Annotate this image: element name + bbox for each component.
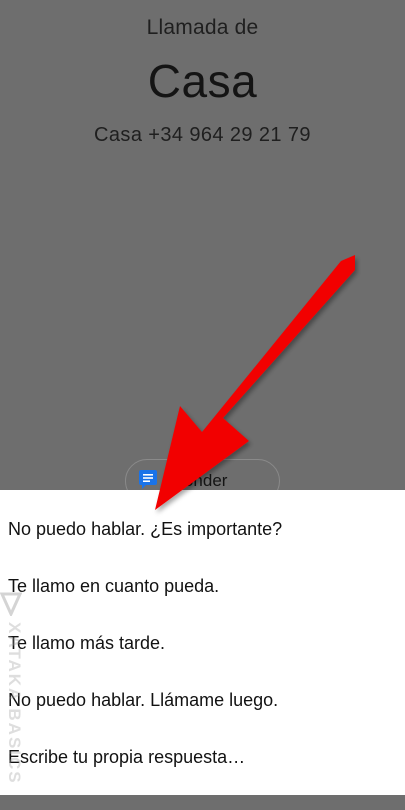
quick-reply-option-1[interactable]: No puedo hablar. ¿Es importante? xyxy=(0,500,405,558)
watermark-logo-icon xyxy=(0,592,22,616)
message-icon xyxy=(139,470,157,489)
caller-number: Casa +34 964 29 21 79 xyxy=(94,124,311,146)
watermark-text: XATAKA BASICS xyxy=(5,622,24,785)
incoming-call-background: Llamada de Casa Casa +34 964 29 21 79 xyxy=(0,0,405,490)
call-from-label: Llamada de xyxy=(146,16,259,39)
quick-reply-option-2[interactable]: Te llamo en cuanto pueda. xyxy=(0,557,405,615)
reply-button-label: sponder xyxy=(166,471,228,490)
bottom-dim-strip xyxy=(0,795,405,810)
quick-reply-option-4[interactable]: No puedo hablar. Llámame luego. xyxy=(0,671,405,729)
quick-reply-sheet: No puedo hablar. ¿Es importante? Te llam… xyxy=(0,490,405,795)
quick-reply-option-3[interactable]: Te llamo más tarde. xyxy=(0,614,405,672)
phone-screen: Llamada de Casa Casa +34 964 29 21 79 sp… xyxy=(0,0,405,810)
caller-name: Casa xyxy=(147,55,258,107)
watermark: XATAKA BASICS xyxy=(0,592,26,810)
quick-reply-custom[interactable]: Escribe tu propia respuesta… xyxy=(0,728,405,786)
